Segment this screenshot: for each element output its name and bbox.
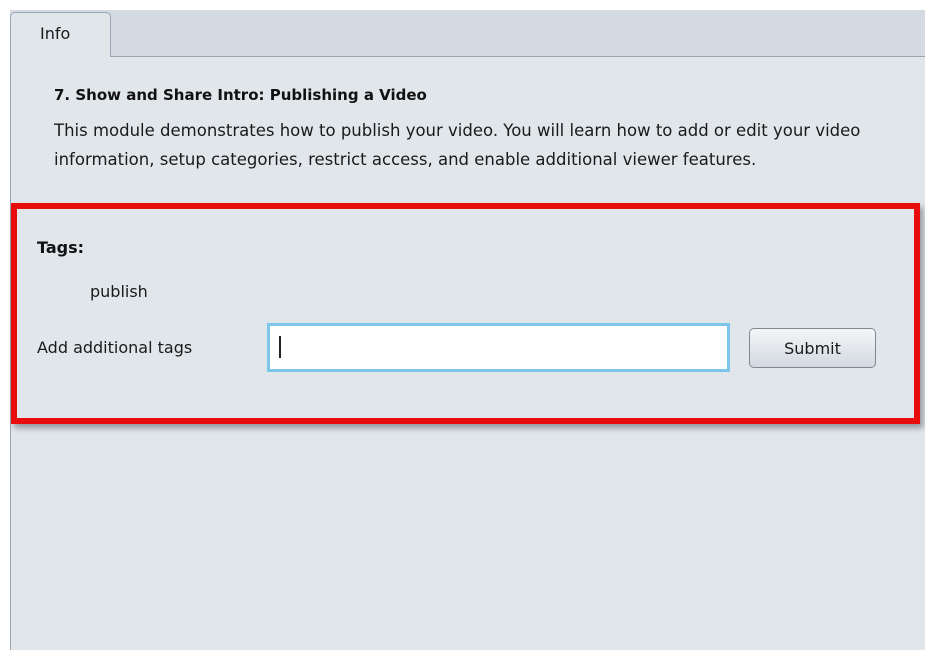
module-title: 7. Show and Share Intro: Publishing a Vi… (54, 86, 427, 104)
add-tags-label: Add additional tags (37, 338, 193, 357)
tags-highlight-box: Tags: publish Add additional tags Submit (11, 203, 920, 424)
module-description: This module demonstrates how to publish … (54, 121, 861, 169)
text-caret (279, 336, 281, 358)
submit-button[interactable]: Submit (749, 328, 876, 368)
page: Info 7. Show and Share Intro: Publishing… (0, 0, 925, 650)
tab-info[interactable]: Info (10, 12, 111, 57)
tab-strip (10, 10, 925, 56)
tag-item: publish (90, 282, 148, 301)
tab-info-label: Info (40, 24, 71, 43)
tags-heading: Tags: (37, 238, 85, 257)
add-tags-input[interactable] (267, 323, 730, 372)
